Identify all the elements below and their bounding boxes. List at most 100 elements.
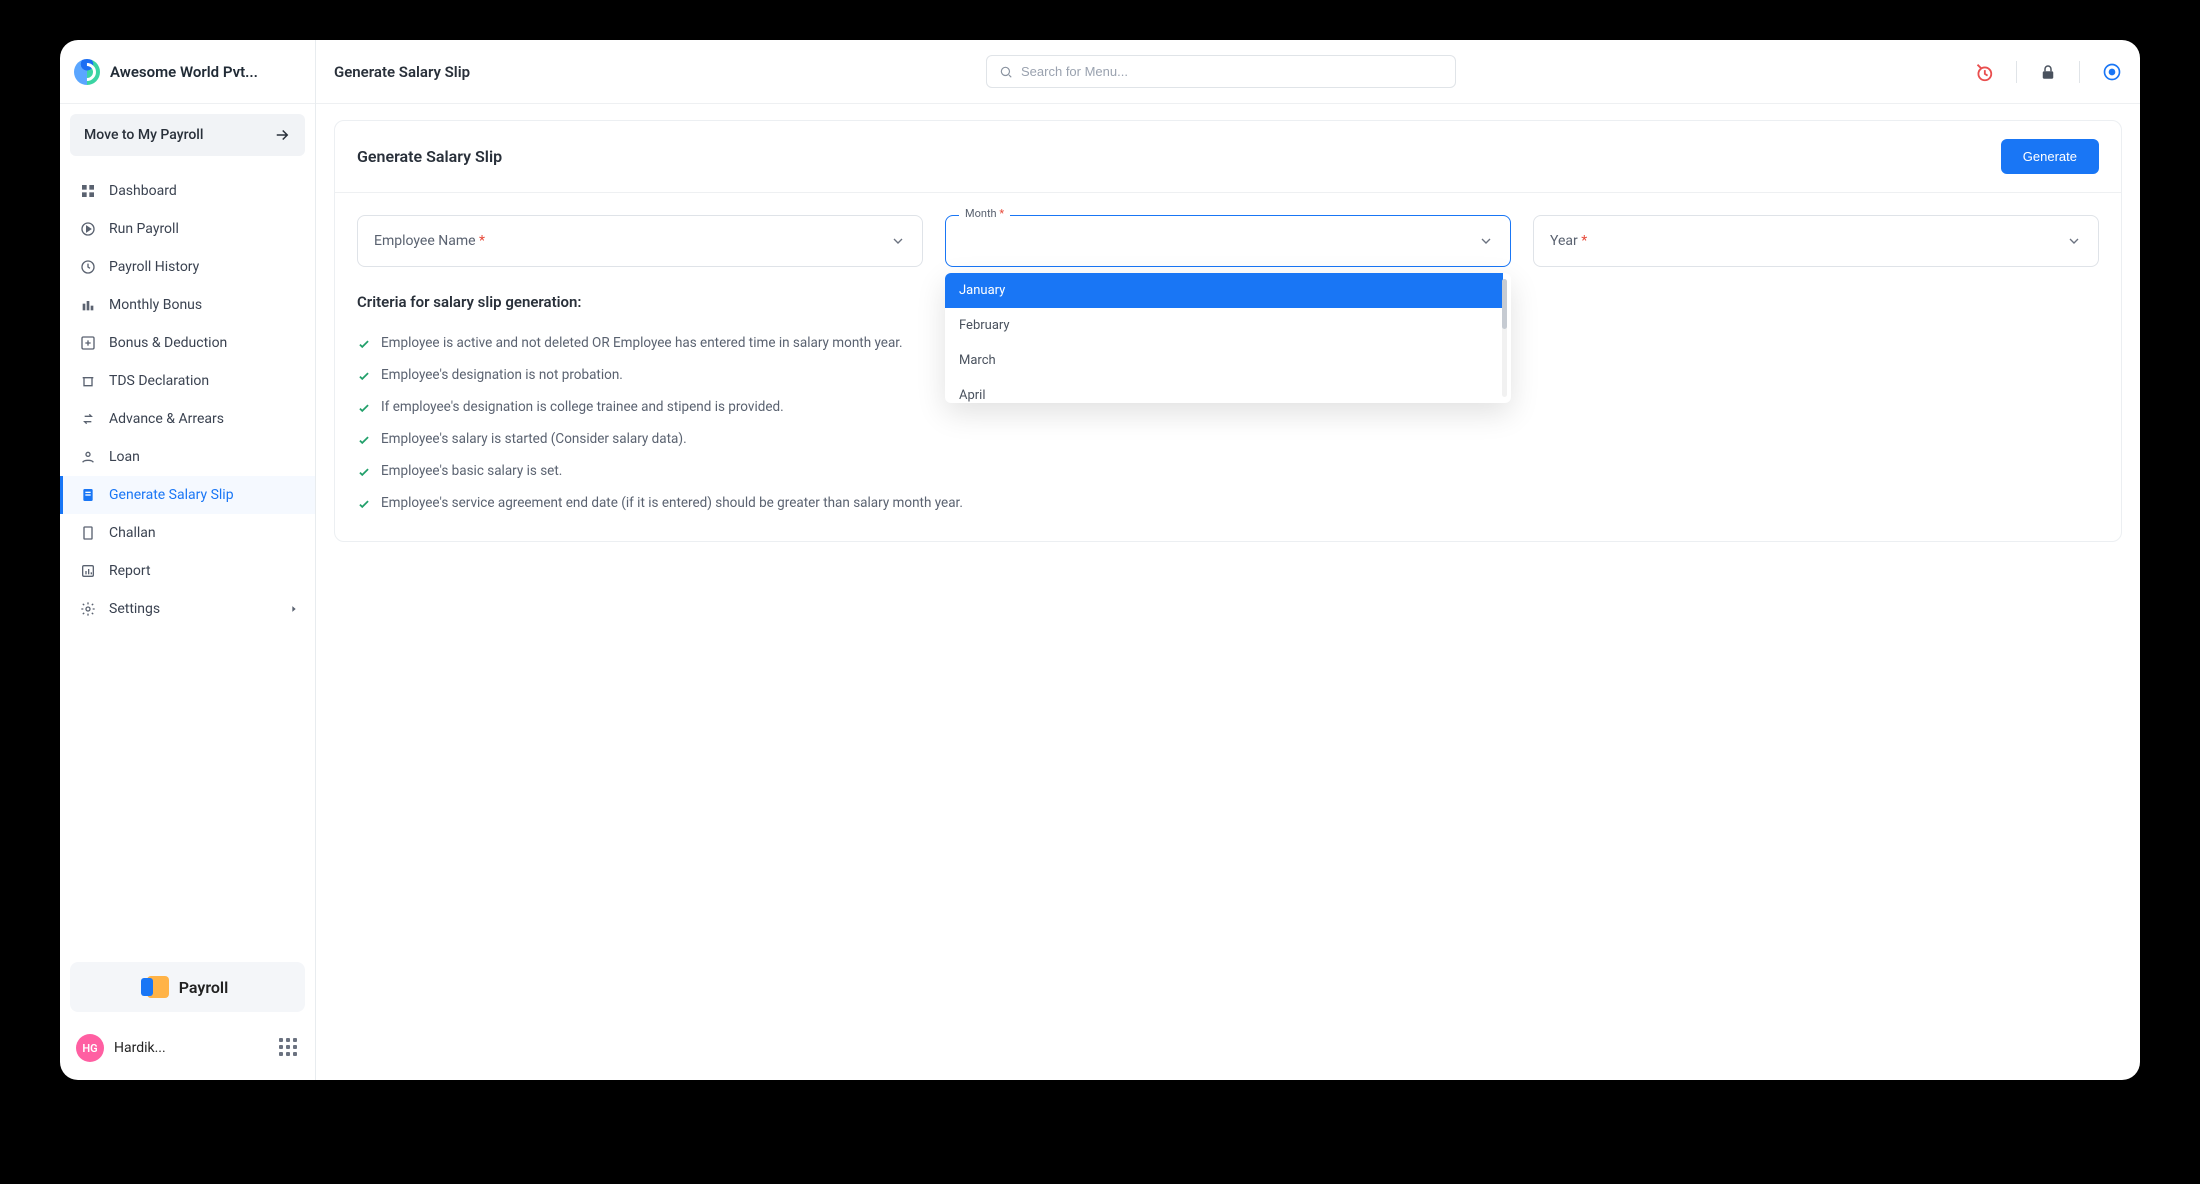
month-option-february[interactable]: February (945, 308, 1503, 343)
generate-button[interactable]: Generate (2001, 139, 2099, 174)
sidebar-item-label: Run Payroll (109, 221, 179, 237)
sidebar-item-label: Dashboard (109, 183, 177, 199)
sidebar-item-label: Payroll History (109, 259, 199, 275)
required-mark: * (1581, 233, 1587, 249)
lock-icon[interactable] (2039, 63, 2057, 81)
search-wrap (490, 55, 1952, 88)
sidebar-item-monthly-bonus[interactable]: Monthly Bonus (60, 286, 315, 324)
sidebar-item-label: Bonus & Deduction (109, 335, 227, 351)
module-badge[interactable]: Payroll (70, 962, 305, 1012)
receipt-icon (79, 486, 97, 504)
sidebar-item-dashboard[interactable]: Dashboard (60, 172, 315, 210)
arrow-right-icon (273, 126, 291, 144)
check-icon (357, 465, 371, 479)
search-input-wrap[interactable] (986, 55, 1456, 88)
month-label: Month (965, 207, 997, 220)
check-icon (357, 433, 371, 447)
criteria-text: Employee's salary is started (Consider s… (381, 431, 687, 447)
hand-coin-icon (79, 448, 97, 466)
criteria-item: Employee's service agreement end date (i… (357, 487, 2099, 519)
month-option-january[interactable]: January (945, 273, 1503, 308)
criteria-text: If employee's designation is college tra… (381, 399, 784, 415)
sidebar-item-label: Challan (109, 525, 156, 541)
breadcrumb: Generate Salary Slip (334, 63, 470, 81)
check-icon (357, 337, 371, 351)
sidebar-item-tds-declaration[interactable]: TDS Declaration (60, 362, 315, 400)
history-icon (79, 258, 97, 276)
month-option-april[interactable]: April (945, 378, 1503, 403)
search-icon (999, 65, 1013, 79)
sidebar-bottom: Payroll HG Hardik... (60, 952, 315, 1080)
sidebar-nav: Dashboard Run Payroll Payroll History Mo… (60, 166, 315, 952)
move-to-my-payroll[interactable]: Move to My Payroll (70, 114, 305, 156)
gear-icon (79, 600, 97, 618)
timer-icon[interactable] (1972, 61, 1994, 83)
top-actions (1972, 61, 2122, 83)
filter-row: Employee Name * Month * (357, 215, 2099, 267)
chevron-down-icon (1478, 233, 1494, 249)
employee-select[interactable]: Employee Name * (357, 215, 923, 267)
apps-icon[interactable] (279, 1038, 299, 1058)
document-icon (79, 524, 97, 542)
brand-logo-icon (74, 59, 100, 85)
month-dropdown: January February March April (945, 273, 1511, 403)
check-icon (357, 369, 371, 383)
employee-label: Employee Name (374, 233, 476, 249)
app-window: Awesome World Pvt... Move to My Payroll … (60, 40, 2140, 1080)
month-option-march[interactable]: March (945, 343, 1503, 378)
separator (2016, 61, 2017, 83)
chart-icon (79, 562, 97, 580)
sidebar-item-loan[interactable]: Loan (60, 438, 315, 476)
criteria-item: Employee's salary is started (Consider s… (357, 423, 2099, 455)
module-name: Payroll (179, 978, 229, 997)
required-mark: * (479, 233, 485, 249)
content: Generate Salary Slip Generate Employee N… (316, 104, 2140, 1080)
month-float-label: Month * (959, 207, 1010, 220)
month-field: Month * January February March (945, 215, 1511, 267)
sidebar-item-run-payroll[interactable]: Run Payroll (60, 210, 315, 248)
play-circle-icon (79, 220, 97, 238)
sidebar-item-label: Loan (109, 449, 140, 465)
separator (2079, 61, 2080, 83)
chevron-right-icon (289, 604, 299, 614)
criteria-text: Employee's service agreement end date (i… (381, 495, 963, 511)
exchange-icon (79, 410, 97, 428)
chevron-down-icon (890, 233, 906, 249)
grid-icon (79, 182, 97, 200)
sidebar-item-advance-arrears[interactable]: Advance & Arrears (60, 400, 315, 438)
user-name: Hardik... (114, 1040, 269, 1056)
tax-icon (79, 372, 97, 390)
plus-minus-icon (79, 334, 97, 352)
card-body: Employee Name * Month * (335, 193, 2121, 541)
sidebar-item-challan[interactable]: Challan (60, 514, 315, 552)
bonus-icon (79, 296, 97, 314)
main: Generate Salary Slip Generate Salary Sli… (316, 40, 2140, 1080)
card-header: Generate Salary Slip Generate (335, 121, 2121, 193)
chevron-down-icon (2066, 233, 2082, 249)
dropdown-scrollbar-thumb[interactable] (1502, 279, 1507, 329)
year-select[interactable]: Year * (1533, 215, 2099, 267)
sidebar-item-label: Monthly Bonus (109, 297, 202, 313)
month-select[interactable] (945, 215, 1511, 267)
year-field: Year * (1533, 215, 2099, 267)
sidebar-item-label: Report (109, 563, 151, 579)
chat-icon[interactable] (2102, 62, 2122, 82)
sidebar: Awesome World Pvt... Move to My Payroll … (60, 40, 316, 1080)
criteria-item: Employee's basic salary is set. (357, 455, 2099, 487)
sidebar-item-report[interactable]: Report (60, 552, 315, 590)
user-row[interactable]: HG Hardik... (70, 1026, 305, 1070)
salary-slip-card: Generate Salary Slip Generate Employee N… (334, 120, 2122, 542)
sidebar-item-generate-salary-slip[interactable]: Generate Salary Slip (60, 476, 315, 514)
sidebar-item-payroll-history[interactable]: Payroll History (60, 248, 315, 286)
search-input[interactable] (1021, 64, 1443, 79)
sidebar-item-bonus-deduction[interactable]: Bonus & Deduction (60, 324, 315, 362)
year-label: Year (1550, 233, 1578, 249)
criteria-text: Employee is active and not deleted OR Em… (381, 335, 903, 351)
brand: Awesome World Pvt... (60, 40, 315, 104)
sidebar-item-settings[interactable]: Settings (60, 590, 315, 628)
avatar: HG (76, 1034, 104, 1062)
check-icon (357, 497, 371, 511)
dropdown-scrollbar[interactable] (1502, 279, 1507, 397)
check-icon (357, 401, 371, 415)
topbar: Generate Salary Slip (316, 40, 2140, 104)
